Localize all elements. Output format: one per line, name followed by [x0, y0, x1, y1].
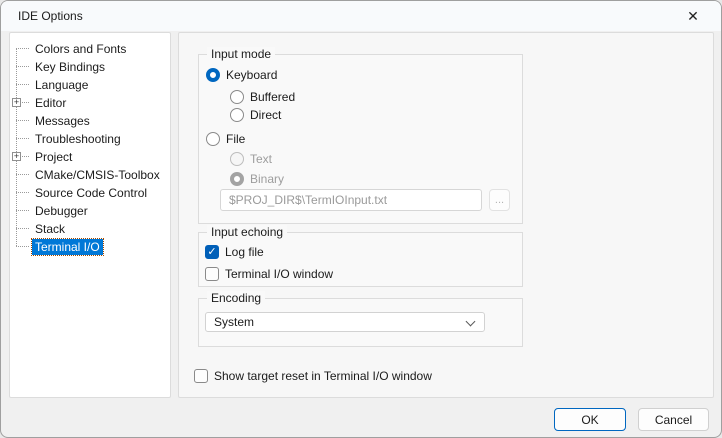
- close-icon[interactable]: ✕: [673, 1, 713, 31]
- binary-radio-label: Binary: [250, 172, 284, 186]
- direct-radio-label: Direct: [250, 108, 281, 122]
- log-file-checkbox-label: Log file: [225, 245, 264, 259]
- sidebar-item-language[interactable]: Language: [10, 75, 170, 93]
- tree-connector: [16, 120, 29, 121]
- input-mode-group: Input mode Keyboard Buffered Direct File…: [198, 54, 523, 224]
- sidebar-item-label[interactable]: Language: [32, 77, 91, 93]
- sidebar-item-key-bindings[interactable]: Key Bindings: [10, 57, 170, 75]
- options-tree: Colors and Fonts Key Bindings Language +…: [9, 32, 171, 398]
- encoding-group-title: Encoding: [207, 291, 265, 305]
- titlebar: IDE Options ✕: [1, 1, 721, 31]
- check-icon: ✓: [207, 247, 216, 258]
- keyboard-radio-label: Keyboard: [226, 68, 277, 82]
- sidebar-item-debugger[interactable]: Debugger: [10, 201, 170, 219]
- ide-options-dialog: IDE Options ✕ Colors and Fonts Key Bindi…: [0, 0, 722, 438]
- sidebar-item-project[interactable]: + Project: [10, 147, 170, 165]
- terminal-io-window-checkbox-row[interactable]: Terminal I/O window: [205, 266, 333, 282]
- terminal-io-window-checkbox-label: Terminal I/O window: [225, 267, 333, 281]
- tree-connector: [16, 174, 29, 175]
- buffered-radio-row[interactable]: Buffered: [230, 89, 295, 105]
- tree-connector: [16, 228, 29, 229]
- tree-connector: [16, 246, 29, 247]
- encoding-group: Encoding System: [198, 298, 523, 347]
- sidebar-item-label[interactable]: Terminal I/O: [32, 239, 103, 255]
- browse-button[interactable]: ...: [489, 189, 510, 211]
- tree-connector: [16, 48, 29, 49]
- input-echoing-group: Input echoing ✓ Log file Terminal I/O wi…: [198, 232, 523, 287]
- input-file-path-field[interactable]: $PROJ_DIR$\TermIOInput.txt: [220, 189, 482, 211]
- terminal-io-window-checkbox[interactable]: [205, 267, 219, 281]
- input-mode-group-title: Input mode: [207, 47, 275, 61]
- buffered-radio-label: Buffered: [250, 90, 295, 104]
- keyboard-radio-row[interactable]: Keyboard: [206, 67, 277, 83]
- sidebar-item-source-code-control[interactable]: Source Code Control: [10, 183, 170, 201]
- terminal-io-settings-panel: Input mode Keyboard Buffered Direct File…: [178, 32, 714, 398]
- show-target-reset-checkbox-label: Show target reset in Terminal I/O window: [214, 369, 432, 383]
- input-echoing-group-title: Input echoing: [207, 225, 287, 239]
- show-target-reset-checkbox[interactable]: [194, 369, 208, 383]
- file-radio-row[interactable]: File: [206, 131, 245, 147]
- chevron-down-icon: [466, 317, 476, 327]
- sidebar-item-messages[interactable]: Messages: [10, 111, 170, 129]
- sidebar-item-label[interactable]: Messages: [32, 113, 93, 129]
- tree-connector: [16, 192, 29, 193]
- sidebar-item-colors-and-fonts[interactable]: Colors and Fonts: [10, 39, 170, 57]
- sidebar-item-editor[interactable]: + Editor: [10, 93, 170, 111]
- tree-connector: [16, 84, 29, 85]
- sidebar-item-stack[interactable]: Stack: [10, 219, 170, 237]
- sidebar-item-cmake-cmsis-toolbox[interactable]: CMake/CMSIS-Toolbox: [10, 165, 170, 183]
- tree-connector: [16, 66, 29, 67]
- sidebar-item-label[interactable]: Project: [32, 149, 75, 165]
- direct-radio-row[interactable]: Direct: [230, 107, 281, 123]
- sidebar-item-label[interactable]: Colors and Fonts: [32, 41, 129, 57]
- text-radio-label: Text: [250, 152, 272, 166]
- keyboard-radio[interactable]: [206, 68, 220, 82]
- text-radio: [230, 152, 244, 166]
- sidebar-item-label[interactable]: Key Bindings: [32, 59, 108, 75]
- ok-button[interactable]: OK: [554, 408, 626, 431]
- expand-plus-icon[interactable]: +: [12, 98, 21, 107]
- log-file-checkbox[interactable]: ✓: [205, 245, 219, 259]
- binary-radio-row: Binary: [230, 171, 284, 187]
- sidebar-item-label[interactable]: Editor: [32, 95, 69, 111]
- sidebar-item-label[interactable]: Source Code Control: [32, 185, 150, 201]
- expand-plus-icon[interactable]: +: [12, 152, 21, 161]
- sidebar-item-troubleshooting[interactable]: Troubleshooting: [10, 129, 170, 147]
- sidebar-item-label[interactable]: Stack: [32, 221, 68, 237]
- text-radio-row: Text: [230, 151, 272, 167]
- file-radio[interactable]: [206, 132, 220, 146]
- encoding-dropdown-value: System: [214, 315, 254, 329]
- sidebar-item-label[interactable]: Debugger: [32, 203, 91, 219]
- encoding-dropdown[interactable]: System: [205, 312, 485, 332]
- sidebar-item-label[interactable]: Troubleshooting: [32, 131, 124, 147]
- binary-radio: [230, 172, 244, 186]
- tree-connector: [16, 138, 29, 139]
- sidebar-item-label[interactable]: CMake/CMSIS-Toolbox: [32, 167, 163, 183]
- direct-radio[interactable]: [230, 108, 244, 122]
- file-radio-label: File: [226, 132, 245, 146]
- window-title: IDE Options: [18, 9, 83, 23]
- sidebar-item-terminal-io[interactable]: Terminal I/O: [10, 237, 170, 255]
- show-target-reset-checkbox-row[interactable]: Show target reset in Terminal I/O window: [194, 368, 432, 384]
- cancel-button[interactable]: Cancel: [638, 408, 709, 431]
- tree-connector: [16, 210, 29, 211]
- buffered-radio[interactable]: [230, 90, 244, 104]
- log-file-checkbox-row[interactable]: ✓ Log file: [205, 244, 264, 260]
